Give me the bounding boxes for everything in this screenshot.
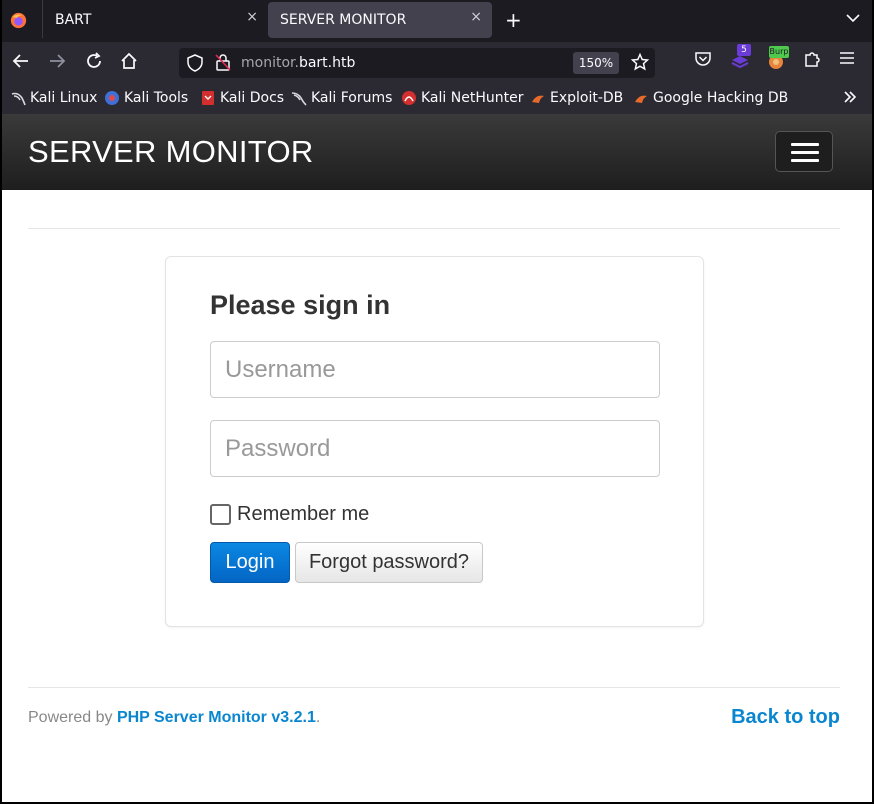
bookmark-label: Kali Docs: [220, 90, 285, 106]
kali-tools-icon: [104, 90, 120, 106]
login-button[interactable]: Login: [210, 542, 290, 583]
zoom-level[interactable]: 150%: [573, 52, 619, 74]
forgot-password-button[interactable]: Forgot password?: [295, 542, 483, 583]
bookmarks-bar: Kali Linux Kali Tools Kali Docs Kali For…: [2, 84, 872, 114]
bookmark-kali-linux[interactable]: Kali Linux: [10, 90, 97, 106]
hamburger-bar: [791, 143, 819, 146]
bookmark-exploit-db[interactable]: Exploit-DB: [530, 90, 623, 106]
burp-badge: Burp: [769, 46, 789, 58]
exploitdb-icon: [530, 90, 546, 106]
nav-bar: monitor.bart.htb 150% 5 Burp: [2, 42, 872, 84]
browser-window: BART × SERVER MONITOR × + monitor.bart.h…: [2, 0, 872, 802]
tab-bar: BART × SERVER MONITOR × +: [2, 0, 872, 42]
ghdb-icon: [633, 90, 649, 106]
footer-credits: Powered by PHP Server Monitor v3.2.1.: [28, 709, 320, 727]
kali-forums-icon: [291, 90, 307, 106]
url-bar[interactable]: monitor.bart.htb 150%: [179, 48, 655, 78]
password-input[interactable]: [210, 420, 660, 477]
app-navbar: SERVER MONITOR: [2, 114, 872, 190]
hamburger-bar: [791, 159, 819, 162]
bookmark-label: Google Hacking DB: [653, 90, 789, 106]
lock-icon[interactable]: [215, 53, 231, 75]
bookmark-kali-nethunter[interactable]: Kali NetHunter: [401, 90, 523, 106]
bookmark-label: Kali Forums: [311, 90, 393, 106]
chevron-down-icon[interactable]: [846, 12, 860, 26]
tab-label: BART: [55, 12, 92, 28]
reload-icon[interactable]: [85, 52, 103, 75]
star-icon[interactable]: [630, 52, 650, 75]
nethunter-icon: [401, 90, 417, 106]
bookmark-label: Kali NetHunter: [421, 90, 524, 106]
chevron-double-right-icon[interactable]: [842, 89, 858, 109]
remember-checkbox[interactable]: [210, 504, 231, 525]
bookmark-kali-tools[interactable]: Kali Tools: [104, 90, 188, 106]
puzzle-icon[interactable]: [803, 50, 821, 72]
bookmark-label: Exploit-DB: [550, 90, 624, 106]
kali-docs-icon: [200, 90, 216, 106]
home-icon[interactable]: [120, 52, 138, 75]
bookmark-kali-docs[interactable]: Kali Docs: [200, 90, 284, 106]
navbar-toggle-button[interactable]: [775, 131, 833, 172]
tab-server-monitor[interactable]: SERVER MONITOR ×: [268, 2, 492, 38]
kali-dragon-icon: [10, 90, 26, 106]
php-server-monitor-link[interactable]: PHP Server Monitor v3.2.1: [117, 709, 316, 726]
login-card: Please sign in Remember me Login Forgot …: [165, 256, 704, 627]
remember-me[interactable]: Remember me: [210, 503, 369, 526]
back-icon[interactable]: [12, 52, 30, 75]
powered-by-text: Powered by: [28, 709, 117, 726]
remember-label[interactable]: Remember me: [237, 503, 369, 526]
url-text[interactable]: monitor.bart.htb: [241, 55, 355, 71]
shield-icon[interactable]: [187, 54, 203, 76]
bookmark-google-hacking-db[interactable]: Google Hacking DB: [633, 90, 788, 106]
username-input[interactable]: [210, 341, 660, 398]
hamburger-menu-icon[interactable]: [839, 50, 855, 70]
url-subdomain: monitor.: [241, 55, 299, 71]
divider: [28, 687, 840, 688]
bookmark-kali-forums[interactable]: Kali Forums: [291, 90, 392, 106]
close-icon[interactable]: ×: [470, 9, 482, 25]
back-to-top-link[interactable]: Back to top: [731, 706, 840, 729]
extension-stack-icon[interactable]: 5: [730, 44, 751, 74]
bookmark-label: Kali Linux: [30, 90, 98, 106]
burp-icon[interactable]: Burp: [766, 46, 789, 74]
firefox-icon[interactable]: [10, 12, 27, 29]
url-domain: bart.htb: [298, 55, 356, 71]
page-title: Please sign in: [210, 290, 391, 320]
divider: [28, 228, 840, 229]
pocket-icon[interactable]: [694, 50, 712, 72]
close-icon[interactable]: ×: [246, 9, 258, 25]
forward-icon[interactable]: [48, 52, 66, 75]
footer-period: .: [315, 709, 321, 726]
brand-title[interactable]: SERVER MONITOR: [28, 134, 314, 170]
extension-badge: 5: [737, 44, 751, 56]
tab-label: SERVER MONITOR: [280, 12, 407, 28]
tab-bart[interactable]: BART ×: [42, 0, 268, 38]
bookmark-label: Kali Tools: [124, 90, 189, 106]
hamburger-bar: [791, 151, 819, 154]
new-tab-icon[interactable]: +: [505, 8, 522, 32]
